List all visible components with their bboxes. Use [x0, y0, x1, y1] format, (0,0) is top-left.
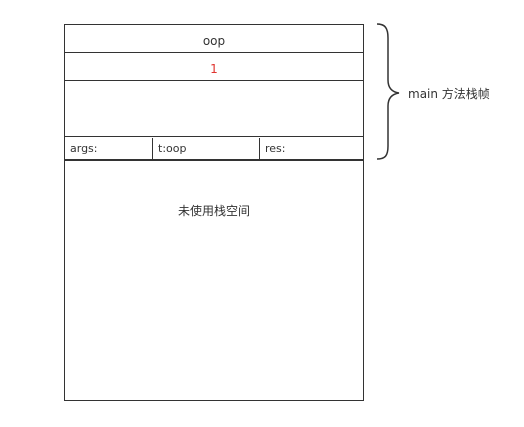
stack-slot-value: 1: [210, 62, 218, 76]
stack-divider: [65, 136, 363, 137]
stack-divider: [65, 52, 363, 53]
local-var-t: t:oop: [158, 142, 187, 155]
local-var-args: args:: [70, 142, 98, 155]
brace-icon: [376, 23, 400, 160]
local-var-res: res:: [265, 142, 286, 155]
stack-diagram: oop 1 args: t:oop res: 未使用栈空间: [64, 24, 364, 401]
unused-stack-space-label: 未使用栈空间: [177, 204, 250, 218]
stack-divider: [65, 80, 363, 81]
frame-bottom-divider: [65, 159, 363, 161]
stack-slot-oop: oop: [202, 34, 226, 48]
frame-label: main 方法栈帧: [408, 87, 490, 101]
